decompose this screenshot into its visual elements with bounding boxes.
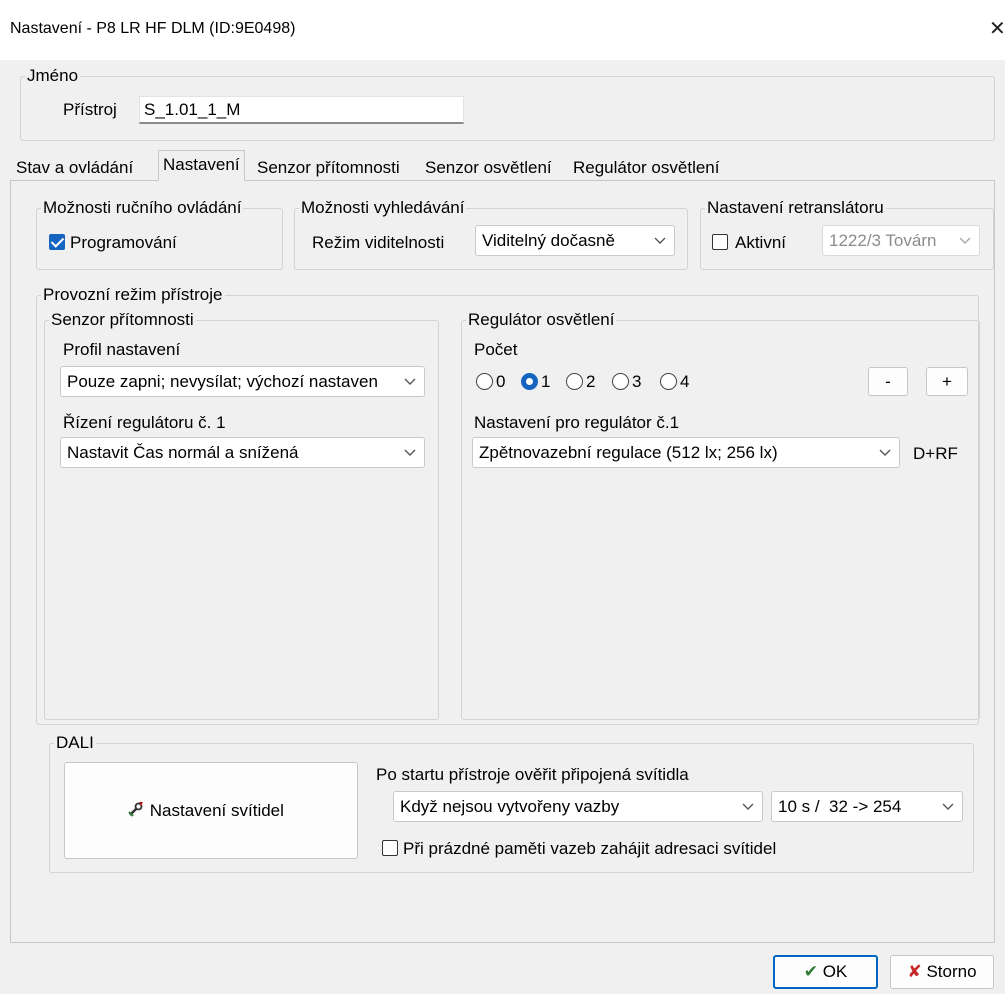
luminaires-settings-button[interactable]: Nastavení svítidel (64, 762, 358, 859)
count-radio-4-label: 4 (680, 372, 690, 391)
retranslator-value: 1222/3 Továrn (829, 231, 937, 250)
name-group-legend: Jméno (27, 66, 79, 85)
tab-settings[interactable]: Nastavení (158, 150, 245, 181)
retranslator-active-label: Aktivní (735, 233, 787, 252)
tab-light-regulator[interactable]: Regulátor osvětlení (568, 155, 724, 181)
verify-timing-select[interactable]: 10 s / 32 -> 254 (771, 791, 963, 822)
luminaires-settings-content: Nastavení svítidel (127, 800, 284, 821)
visibility-mode-value: Viditelný dočasně (482, 231, 615, 250)
ok-button-label: OK (822, 962, 848, 981)
checkmark-icon: ✔ (803, 962, 818, 981)
window-title: Nastavení - P8 LR HF DLM (ID:9E0498) (10, 20, 296, 37)
profile-select[interactable]: Pouze zapni; nevysílat; výchozí nastaven (60, 366, 425, 397)
chevron-down-icon (654, 237, 666, 244)
chevron-down-icon (942, 803, 954, 810)
cancel-button[interactable]: ✘ Storno (890, 955, 994, 989)
regulator-control-select[interactable]: Nastavit Čas normál a snížená (60, 437, 425, 468)
count-radio-2-label: 2 (586, 372, 596, 391)
verify-timing-value: 10 s / 32 -> 254 (778, 797, 902, 816)
light-regulator-legend: Regulátor osvětlení (468, 310, 615, 329)
visibility-mode-label: Režim viditelnosti (312, 233, 445, 252)
auto-addressing-checkbox[interactable] (382, 840, 398, 856)
cancel-button-label: Storno (926, 962, 977, 981)
retranslator-select[interactable]: 1222/3 Továrn (822, 225, 980, 256)
title-bar: Nastavení - P8 LR HF DLM (ID:9E0498) ✕ (0, 0, 1005, 60)
count-radio-0[interactable] (476, 373, 493, 390)
auto-addressing-label: Při prázdné paměti vazeb zahájit adresac… (403, 839, 777, 858)
device-name-input[interactable]: S_1.01_1_M (139, 96, 464, 124)
chevron-down-icon (879, 449, 891, 456)
regulator-setting-label: Nastavení pro regulátor č.1 (474, 413, 680, 432)
chevron-down-icon (404, 449, 416, 456)
tab-light-sensor[interactable]: Senzor osvětlení (420, 155, 557, 181)
verify-luminaires-select[interactable]: Když nejsou vytvořeny vazby (393, 791, 763, 822)
tab-presence-sensor[interactable]: Senzor přítomnosti (252, 155, 405, 181)
profile-label: Profil nastavení (63, 340, 181, 359)
search-options-legend: Možnosti vyhledávání (301, 198, 465, 217)
ok-button[interactable]: ✔ OK (773, 955, 878, 989)
count-radio-3[interactable] (612, 373, 629, 390)
programming-label: Programování (70, 233, 177, 252)
count-label: Počet (474, 340, 518, 359)
regulator-setting-select[interactable]: Zpětnovazební regulace (512 lx; 256 lx) (472, 437, 900, 468)
increase-count-button[interactable]: + (926, 367, 968, 396)
verify-luminaires-label: Po startu přístroje ověřit připojená sví… (376, 765, 689, 784)
operating-mode-legend: Provozní režim přístroje (43, 285, 223, 304)
count-radio-1[interactable] (521, 373, 538, 390)
manual-control-legend: Možnosti ručního ovládání (43, 198, 242, 217)
retranslator-active-checkbox[interactable] (712, 234, 728, 250)
count-radio-2[interactable] (566, 373, 583, 390)
count-radio-1-label: 1 (541, 372, 551, 391)
chevron-down-icon (404, 378, 416, 385)
regulator-control-value: Nastavit Čas normál a snížená (67, 443, 299, 462)
tab-status[interactable]: Stav a ovládání (11, 155, 138, 181)
visibility-mode-select[interactable]: Viditelný dočasně (475, 225, 675, 256)
count-radio-0-label: 0 (496, 372, 506, 391)
regulator-setting-value: Zpětnovazební regulace (512 lx; 256 lx) (479, 443, 778, 462)
chevron-down-icon (959, 237, 971, 244)
count-radio-4[interactable] (660, 373, 677, 390)
chevron-down-icon (742, 803, 754, 810)
wrench-lamp-icon (128, 802, 143, 817)
regulator-type-suffix: D+RF (913, 444, 958, 463)
regulator-control-label: Řízení regulátoru č. 1 (63, 413, 226, 432)
count-radio-3-label: 3 (632, 372, 642, 391)
programming-checkbox[interactable] (49, 234, 65, 250)
luminaires-settings-label: Nastavení svítidel (149, 801, 284, 820)
retranslator-legend: Nastavení retranslátoru (707, 198, 884, 217)
device-label: Přístroj (63, 100, 117, 119)
cross-icon: ✘ (907, 962, 922, 981)
decrease-count-button[interactable]: - (868, 367, 908, 396)
close-icon[interactable]: ✕ (989, 16, 1005, 41)
verify-luminaires-value: Když nejsou vytvořeny vazby (400, 797, 620, 816)
presence-sensor-legend: Senzor přítomnosti (51, 310, 194, 329)
profile-value: Pouze zapni; nevysílat; výchozí nastaven (67, 372, 378, 391)
dali-legend: DALI (56, 733, 94, 752)
